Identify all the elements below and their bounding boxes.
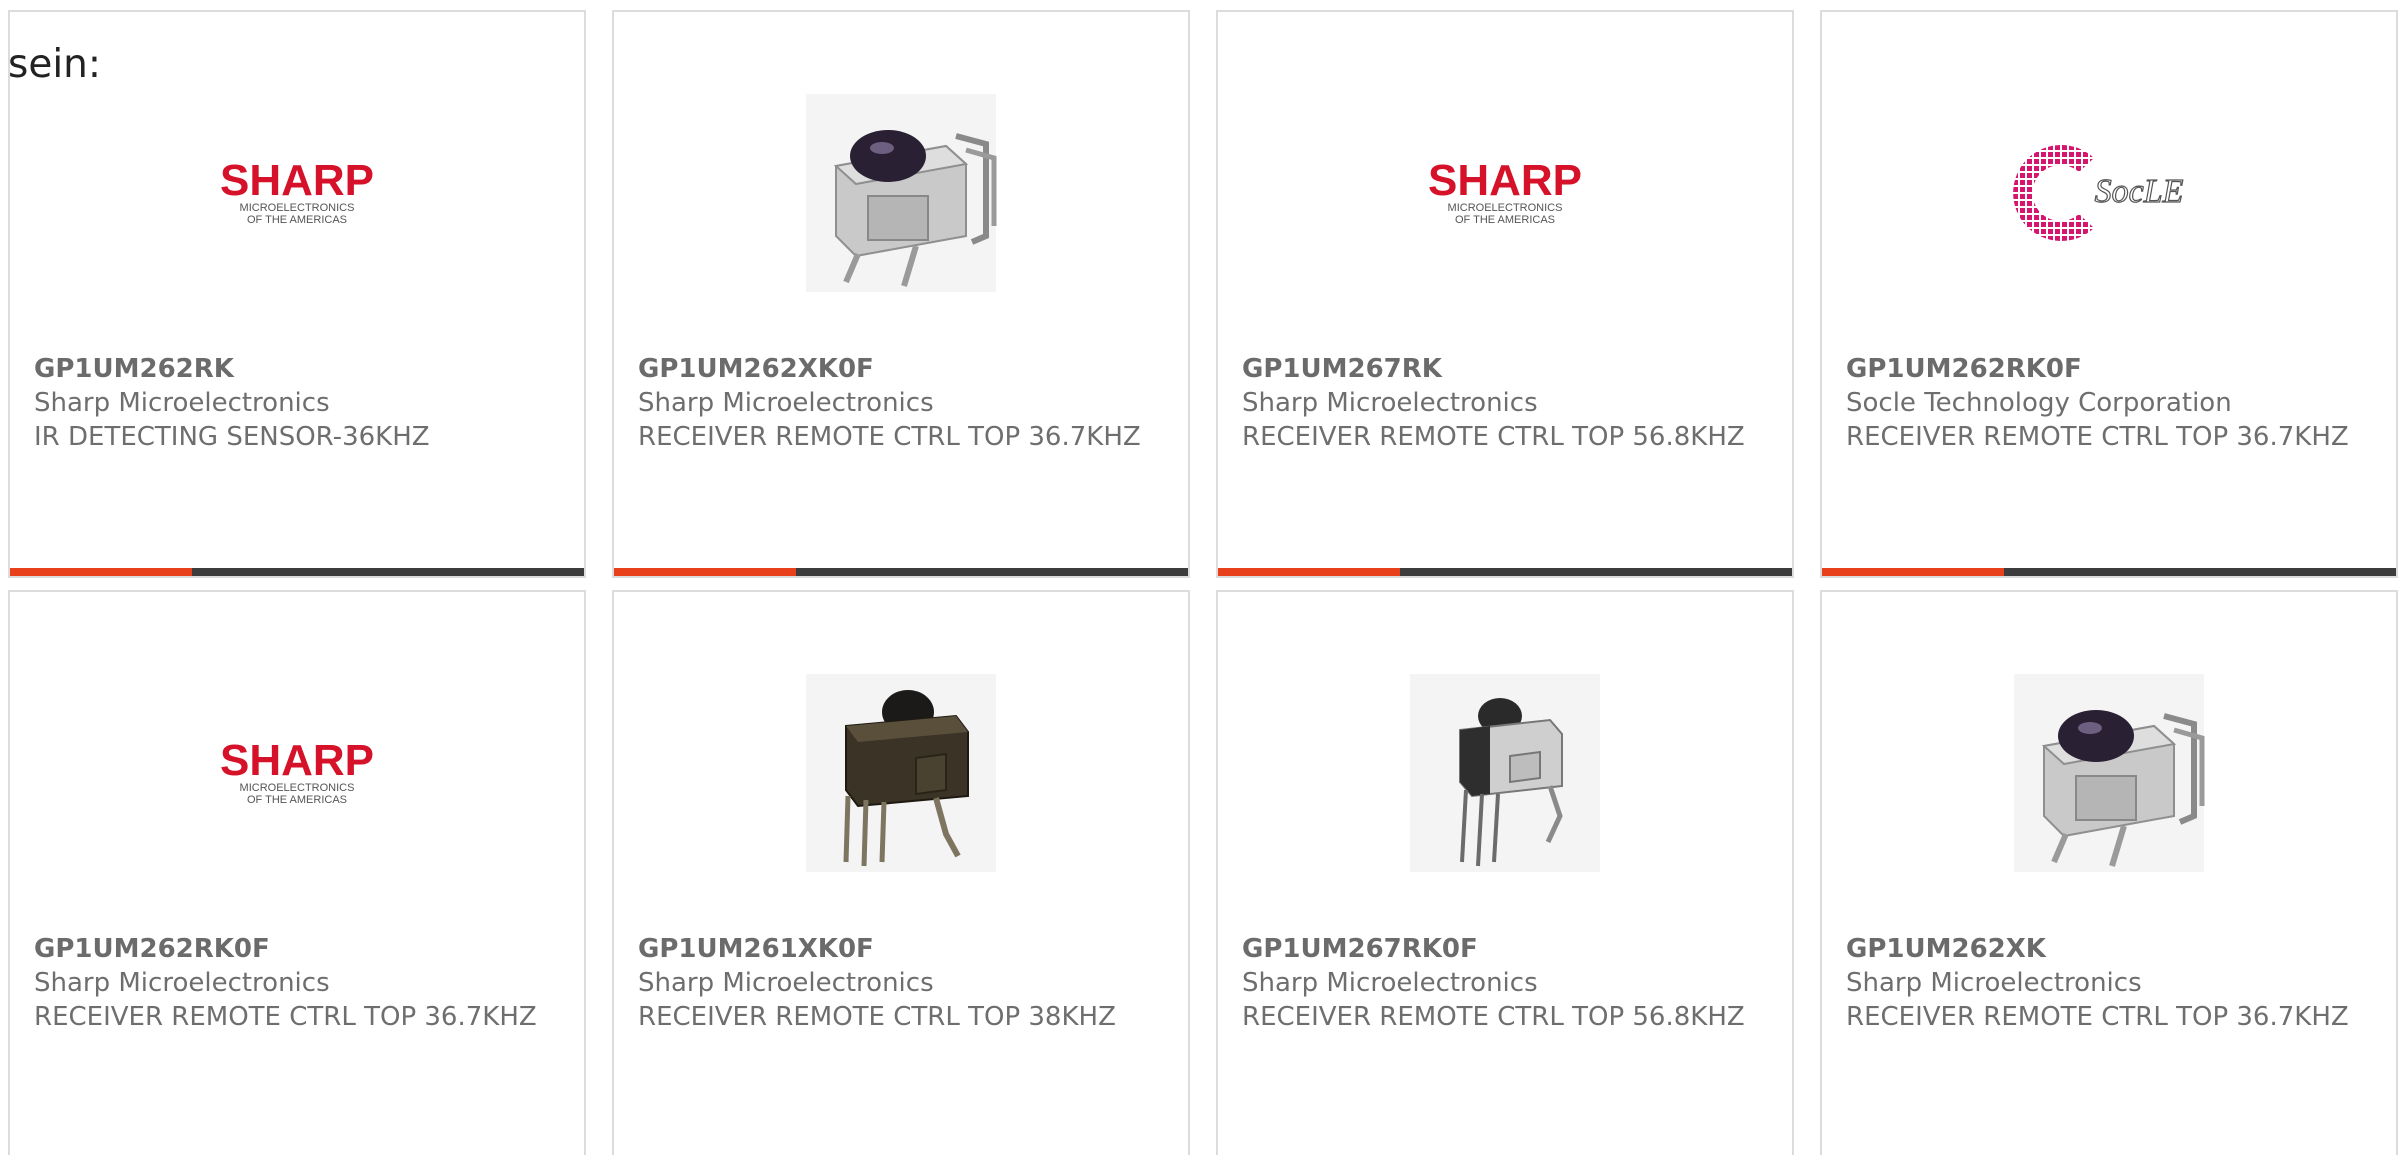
product-image[interactable] xyxy=(1822,666,2396,880)
product-info: GP1UM262XK Sharp Microelectronics RECEIV… xyxy=(1846,932,2376,1034)
svg-text:MICROELECTRONICS: MICROELECTRONICS xyxy=(240,782,355,794)
product-info: GP1UM267RK Sharp Microelectronics RECEIV… xyxy=(1242,352,1772,454)
product-description: RECEIVER REMOTE CTRL TOP 36.7KHZ xyxy=(34,1002,537,1032)
svg-text:SHARP: SHARP xyxy=(220,736,374,785)
part-number-link[interactable]: GP1UM261XK0F xyxy=(638,932,1168,966)
product-image[interactable]: SocLE xyxy=(1822,86,2396,300)
svg-text:OF THE AMERICAS: OF THE AMERICAS xyxy=(247,794,347,806)
svg-text:SHARP: SHARP xyxy=(1428,156,1582,205)
card-accent-bar xyxy=(614,568,1188,576)
product-description: RECEIVER REMOTE CTRL TOP 36.7KHZ xyxy=(638,422,1141,452)
ir-receiver-mixed-icon xyxy=(1410,674,1600,872)
manufacturer-name: Sharp Microelectronics xyxy=(638,968,934,998)
product-image[interactable]: SHARP MICROELECTRONICS OF THE AMERICAS xyxy=(1218,86,1792,300)
manufacturer-name: Sharp Microelectronics xyxy=(1846,968,2142,998)
product-info: GP1UM262RK Sharp Microelectronics IR DET… xyxy=(34,352,564,454)
svg-text:SHARP: SHARP xyxy=(220,156,374,205)
card-accent-bar xyxy=(10,568,584,576)
manufacturer-name: Sharp Microelectronics xyxy=(1242,388,1538,418)
card-accent-bar xyxy=(1822,568,2396,576)
manufacturer-name: Sharp Microelectronics xyxy=(34,388,330,418)
product-card[interactable]: SHARP MICROELECTRONICS OF THE AMERICAS G… xyxy=(1216,10,1794,578)
ir-receiver-silver-icon xyxy=(2014,674,2205,872)
product-grid: SHARP MICROELECTRONICS OF THE AMERICAS G… xyxy=(8,10,2400,1155)
manufacturer-name: Sharp Microelectronics xyxy=(1242,968,1538,998)
manufacturer-name: Socle Technology Corporation xyxy=(1846,388,2232,418)
product-info: GP1UM261XK0F Sharp Microelectronics RECE… xyxy=(638,932,1168,1034)
sharp-logo-icon: SHARP MICROELECTRONICS OF THE AMERICAS xyxy=(1428,156,1582,226)
part-number-link[interactable]: GP1UM267RK0F xyxy=(1242,932,1772,966)
part-number-link[interactable]: GP1UM262RK xyxy=(34,352,564,386)
intro-text: sein: xyxy=(8,42,102,87)
card-accent-bar xyxy=(1218,568,1792,576)
product-card[interactable]: GP1UM262XK0F Sharp Microelectronics RECE… xyxy=(612,10,1190,578)
product-image[interactable]: SHARP MICROELECTRONICS OF THE AMERICAS xyxy=(10,666,584,880)
product-image[interactable] xyxy=(1218,666,1792,880)
product-image[interactable]: SHARP MICROELECTRONICS OF THE AMERICAS xyxy=(10,86,584,300)
ir-receiver-dark-icon xyxy=(806,674,996,872)
card-accent-highlight xyxy=(1218,568,1400,576)
sharp-logo-icon: SHARP MICROELECTRONICS OF THE AMERICAS xyxy=(220,736,374,806)
card-accent-highlight xyxy=(1822,568,2004,576)
product-description: RECEIVER REMOTE CTRL TOP 36.7KHZ xyxy=(1846,422,2349,452)
svg-text:SocLE: SocLE xyxy=(2095,173,2184,210)
product-card[interactable]: SHARP MICROELECTRONICS OF THE AMERICAS G… xyxy=(8,10,586,578)
sharp-logo-icon: SHARP MICROELECTRONICS OF THE AMERICAS xyxy=(220,156,374,226)
part-number-link[interactable]: GP1UM262RK0F xyxy=(1846,352,2376,386)
product-description: RECEIVER REMOTE CTRL TOP 38KHZ xyxy=(638,1002,1116,1032)
product-card[interactable]: GP1UM262XK Sharp Microelectronics RECEIV… xyxy=(1820,590,2398,1155)
product-image[interactable] xyxy=(614,666,1188,880)
product-info: GP1UM267RK0F Sharp Microelectronics RECE… xyxy=(1242,932,1772,1034)
svg-text:OF THE AMERICAS: OF THE AMERICAS xyxy=(1455,214,1555,226)
product-description: RECEIVER REMOTE CTRL TOP 36.7KHZ xyxy=(1846,1002,2349,1032)
product-info: GP1UM262RK0F Socle Technology Corporatio… xyxy=(1846,352,2376,454)
product-card[interactable]: SocLE GP1UM262RK0F Socle Technology Corp… xyxy=(1820,10,2398,578)
svg-text:MICROELECTRONICS: MICROELECTRONICS xyxy=(240,202,355,214)
part-number-link[interactable]: GP1UM262XK xyxy=(1846,932,2376,966)
card-accent-highlight xyxy=(614,568,796,576)
svg-text:OF THE AMERICAS: OF THE AMERICAS xyxy=(247,214,347,226)
product-grid-page: sein: SHARP MICROELECTRONICS OF THE AMER… xyxy=(0,0,2400,1155)
ir-receiver-silver-icon xyxy=(806,94,997,292)
product-description: RECEIVER REMOTE CTRL TOP 56.8KHZ xyxy=(1242,1002,1745,1032)
svg-text:MICROELECTRONICS: MICROELECTRONICS xyxy=(1448,202,1563,214)
product-info: GP1UM262XK0F Sharp Microelectronics RECE… xyxy=(638,352,1168,454)
product-card[interactable]: GP1UM267RK0F Sharp Microelectronics RECE… xyxy=(1216,590,1794,1155)
product-image[interactable] xyxy=(614,86,1188,300)
part-number-link[interactable]: GP1UM262XK0F xyxy=(638,352,1168,386)
manufacturer-name: Sharp Microelectronics xyxy=(34,968,330,998)
manufacturer-name: Sharp Microelectronics xyxy=(638,388,934,418)
product-card[interactable]: GP1UM261XK0F Sharp Microelectronics RECE… xyxy=(612,590,1190,1155)
product-info: GP1UM262RK0F Sharp Microelectronics RECE… xyxy=(34,932,564,1034)
part-number-link[interactable]: GP1UM262RK0F xyxy=(34,932,564,966)
socle-logo-icon: SocLE xyxy=(2013,145,2184,241)
product-description: RECEIVER REMOTE CTRL TOP 56.8KHZ xyxy=(1242,422,1745,452)
product-description: IR DETECTING SENSOR-36KHZ xyxy=(34,422,430,452)
card-accent-highlight xyxy=(10,568,192,576)
product-card[interactable]: SHARP MICROELECTRONICS OF THE AMERICAS G… xyxy=(8,590,586,1155)
part-number-link[interactable]: GP1UM267RK xyxy=(1242,352,1772,386)
